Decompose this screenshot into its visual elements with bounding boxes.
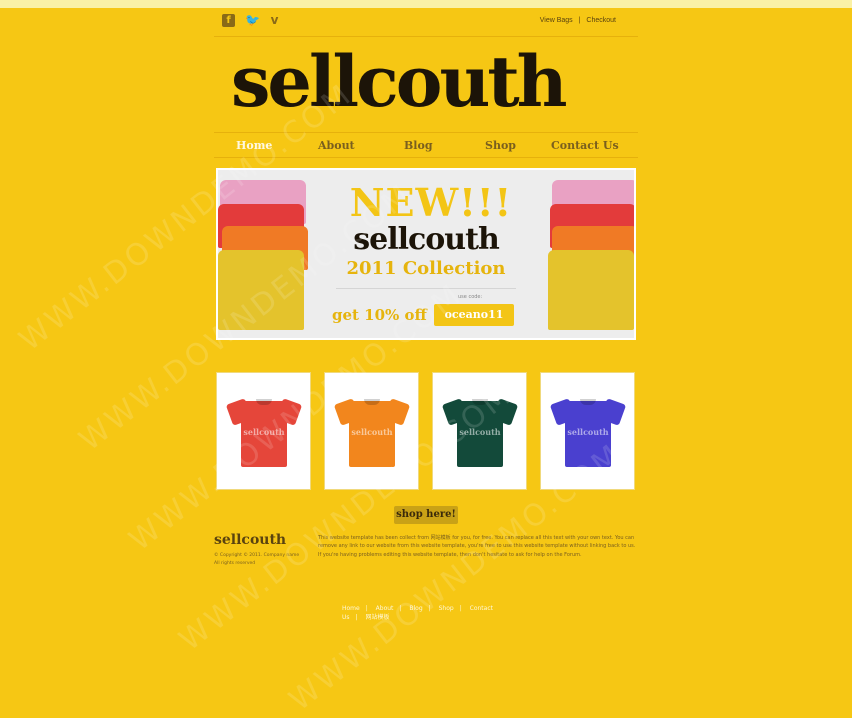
tshirt-stack-left [218,180,308,338]
product-card[interactable]: sellcouth [324,372,419,490]
tshirt-image: sellcouth [549,393,627,467]
footer-nav-blog[interactable]: Blog [409,605,422,612]
tshirt-image: sellcouth [441,393,519,467]
product-grid: sellcouth sellcouth sellcouth sellcouth [216,372,636,490]
vimeo-icon[interactable]: v [268,14,281,27]
promo-banner[interactable]: NEW!!! sellcouth 2011 Collection use cod… [216,168,636,340]
footer-logo: sellcouth [214,532,287,548]
top-stripe [0,0,852,8]
top-links: View Bags | Checkout [540,17,616,24]
footer-nav-shop[interactable]: Shop [439,605,454,612]
view-bags-link[interactable]: View Bags [540,17,573,24]
use-code-label: use code: [458,294,483,300]
site-logo[interactable]: sellcouth [231,42,641,122]
social-links: f 🐦 v [222,14,281,27]
product-label: sellcouth [567,427,609,437]
separator: | [459,605,462,612]
nav-home[interactable]: Home [236,139,272,152]
separator: | [428,605,431,612]
separator: | [399,605,402,612]
product-label: sellcouth [243,427,285,437]
tshirt-image: sellcouth [225,393,303,467]
banner-brand: sellcouth [353,222,500,257]
nav-contact-us[interactable]: Contact Us [551,139,619,152]
top-bar: f 🐦 v View Bags | Checkout [214,8,638,37]
footer-copyright: © Copyright © 2011. Company name All rig… [214,553,300,566]
shop-here-button[interactable]: shop here! [394,506,458,524]
separator: | [365,605,368,612]
product-card[interactable]: sellcouth [216,372,311,490]
discount-text: get 10% off [332,306,427,324]
footer-nav-contact[interactable]: Contact [470,605,493,612]
product-card[interactable]: sellcouth [432,372,527,490]
footer-nav-us[interactable]: Us [342,614,350,621]
separator: | [578,17,581,24]
tshirt-image: sellcouth [333,393,411,467]
banner-divider [336,288,516,289]
footer-nav-about[interactable]: About [376,605,394,612]
collection-title: 2011 Collection [346,258,506,279]
tshirt-stack-right [548,180,634,338]
footer-nav-template[interactable]: 网站模板 [365,614,389,621]
nav-about[interactable]: About [318,139,355,152]
footer-description: This website template has been collect f… [318,535,636,558]
twitter-icon[interactable]: 🐦 [245,14,260,27]
nav-shop[interactable]: Shop [485,139,516,152]
footer-nav-home[interactable]: Home [342,605,360,612]
nav-blog[interactable]: Blog [404,139,433,152]
promo-code: oceano11 [434,304,514,326]
separator: | [355,614,358,621]
main-nav: Home About Blog Shop Contact Us [214,132,638,158]
product-label: sellcouth [459,427,501,437]
footer-nav: Home | About | Blog | Shop | Contact Us | 网站模… [342,604,512,622]
product-card[interactable]: sellcouth [540,372,635,490]
new-heading: NEW!!! [349,180,513,225]
product-label: sellcouth [351,427,393,437]
facebook-icon[interactable]: f [222,14,235,27]
checkout-link[interactable]: Checkout [586,17,616,24]
